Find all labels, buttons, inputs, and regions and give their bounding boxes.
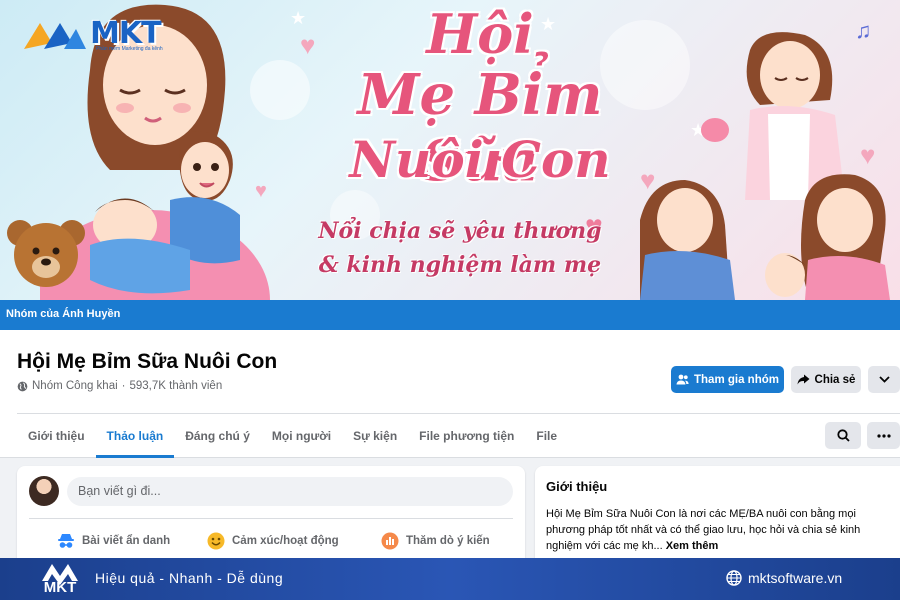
mkt-footer: MKT Hiệu quả - Nhanh - Dễ dùng mktsoftwa…	[0, 558, 900, 600]
avatar[interactable]	[29, 476, 59, 506]
group-member-count[interactable]: 593,7K thành viên	[130, 380, 223, 392]
more-dots-icon	[876, 433, 891, 438]
globe-icon	[726, 570, 742, 586]
mkt-logo-mark-icon	[24, 22, 86, 49]
expand-button[interactable]	[868, 366, 900, 393]
anonymous-post-button[interactable]: Bài viết ẩn danh	[57, 528, 170, 554]
group-privacy: Nhóm Công khai	[32, 380, 118, 392]
smiley-icon	[207, 532, 225, 550]
cover-title-line1: Hội	[426, 2, 534, 66]
mothers-cooking-illustration	[640, 32, 890, 300]
add-people-icon	[676, 374, 689, 385]
cover-title-line3: Nuôi Con	[349, 130, 611, 189]
cover-subtitle-line1: Nổi chịa sẽ yêu thương	[318, 218, 602, 244]
group-header: Hội Mẹ Bỉm Sữa Nuôi Con Nhóm Công khai ·…	[0, 330, 900, 458]
globe-icon	[17, 381, 28, 391]
join-group-label: Tham gia nhóm	[694, 373, 779, 386]
composer-input[interactable]: Bạn viết gì đi...	[67, 477, 513, 506]
feeling-activity-label: Cảm xúc/hoạt động	[232, 535, 339, 547]
tab-about[interactable]: Giới thiệu	[17, 414, 96, 458]
join-group-button[interactable]: Tham gia nhóm	[671, 366, 784, 393]
post-composer: Bạn viết gì đi... Bài viết ẩn danh Cảm x…	[17, 466, 525, 566]
share-label: Chia sẻ	[814, 373, 856, 386]
intro-text: Hội Mẹ Bỉm Sữa Nuôi Con là nơi các MẸ/BA…	[546, 506, 889, 554]
anonymous-icon	[58, 534, 74, 548]
search-button[interactable]	[825, 422, 861, 449]
teddy-bear-illustration	[7, 220, 85, 287]
cover-banner: ♥ ♥ ♥ ♥ ♥ ★ ★ ★ ♫ Hội Mẹ Bỉm Sữa Nuôi Co…	[0, 0, 900, 300]
group-meta: Nhóm Công khai · 593,7K thành viên	[17, 380, 222, 392]
intro-title: Giới thiệu	[546, 479, 608, 494]
tab-files[interactable]: File	[525, 414, 568, 458]
group-owner-bar[interactable]: Nhóm của Ánh Huyền	[0, 300, 900, 330]
tab-featured[interactable]: Đáng chú ý	[174, 414, 261, 458]
share-arrow-icon	[797, 374, 810, 385]
cover-subtitle-line2: & kinh nghiệm làm mẹ	[318, 252, 602, 278]
tab-people[interactable]: Mọi người	[261, 414, 342, 458]
group-name: Hội Mẹ Bỉm Sữa Nuôi Con	[17, 350, 278, 373]
mkt-footer-logo-text: MKT	[43, 579, 77, 596]
intro-card: Giới thiệu Hội Mẹ Bỉm Sữa Nuôi Con là nơ…	[535, 466, 900, 566]
search-icon	[836, 429, 850, 442]
poll-label: Thăm dò ý kiến	[406, 535, 490, 547]
page: ♥ ♥ ♥ ♥ ♥ ★ ★ ★ ♫ Hội Mẹ Bỉm Sữa Nuôi Co…	[0, 0, 900, 600]
anonymous-post-label: Bài viết ẩn danh	[82, 535, 171, 547]
tab-media[interactable]: File phương tiện	[408, 414, 525, 458]
tab-discussion[interactable]: Thảo luận	[95, 414, 175, 458]
share-button[interactable]: Chia sẻ	[791, 366, 861, 393]
mkt-logo-tagline: Phần mềm Marketing đa kênh	[96, 46, 163, 52]
footer-website[interactable]: mktsoftware.vn	[726, 570, 842, 586]
footer-slogan: Hiệu quả - Nhanh - Dễ dùng	[95, 570, 284, 586]
tab-events[interactable]: Sự kiện	[342, 414, 408, 458]
poll-icon	[381, 532, 399, 550]
footer-website-label: mktsoftware.vn	[748, 570, 843, 586]
see-more-link[interactable]: Xem thêm	[666, 540, 719, 552]
feeling-activity-button[interactable]: Cảm xúc/hoạt động	[207, 528, 339, 554]
composer-divider	[29, 518, 513, 519]
meta-separator: ·	[121, 380, 126, 392]
group-tabs: Giới thiệu Thảo luận Đáng chú ý Mọi ngườ…	[17, 414, 568, 458]
chevron-down-icon	[878, 376, 890, 383]
poll-button[interactable]: Thăm dò ý kiến	[381, 528, 490, 554]
more-options-button[interactable]	[867, 422, 900, 449]
